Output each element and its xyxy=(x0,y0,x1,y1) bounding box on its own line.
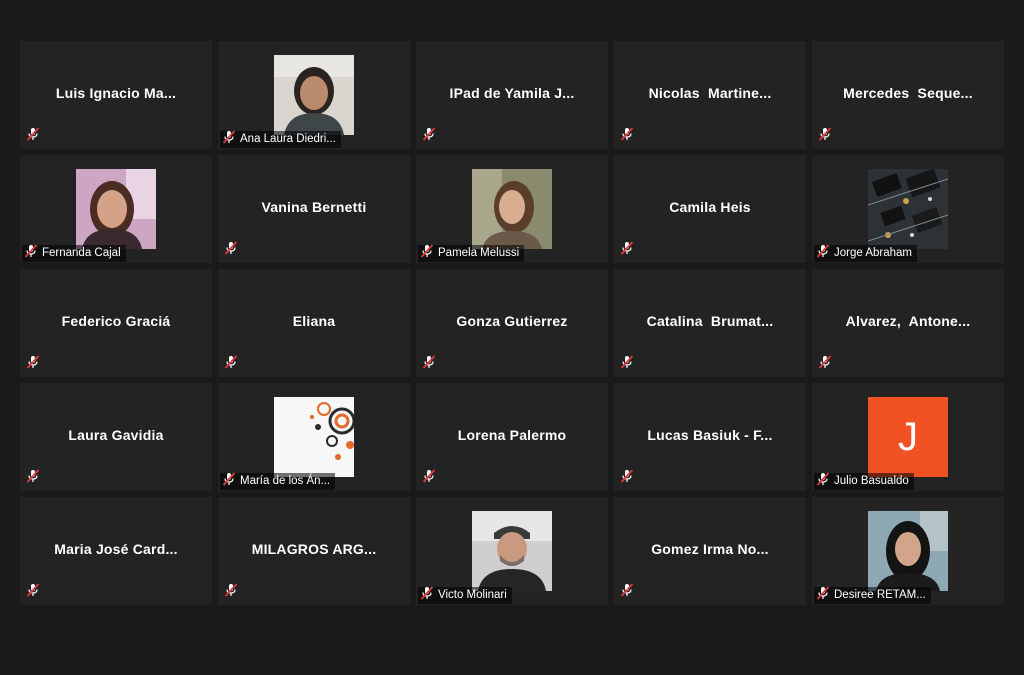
participant-grid: Luis Ignacio Ma... Ana Laura Diedri... I… xyxy=(20,41,1004,605)
participant-tile[interactable]: IPad de Yamila J... xyxy=(416,41,608,149)
participant-tile[interactable]: Pamela Melussi xyxy=(416,155,608,263)
muted-mic-icon xyxy=(220,129,240,150)
participant-name-tag: Pamela Melussi xyxy=(418,243,525,264)
participant-display-name: Lorena Palermo xyxy=(457,427,567,443)
participant-tile[interactable]: Nicolas Martine... xyxy=(614,41,806,149)
participant-display-name: Nicolas Martine... xyxy=(648,85,772,101)
muted-mic-icon xyxy=(222,583,242,602)
muted-mic-icon xyxy=(814,585,834,606)
participant-tile[interactable]: Victo Molinari xyxy=(416,497,608,605)
participant-tile[interactable]: Catalina Brumat... xyxy=(614,269,806,377)
participant-name-tag: María de los Án... xyxy=(220,471,336,492)
muted-mic-icon xyxy=(816,355,836,374)
muted-mic-icon xyxy=(420,127,440,146)
participant-name-tag: Fernanda Cajal xyxy=(22,243,126,264)
participant-display-name: Vanina Bernetti xyxy=(261,199,367,215)
participant-name-label: Desiree RETAM... xyxy=(834,589,926,601)
participant-display-name: Mercedes Seque... xyxy=(843,85,973,101)
participant-name-tag: Julio Basualdo xyxy=(814,471,914,492)
muted-mic-icon xyxy=(814,471,834,492)
participant-display-name: Lucas Basiuk - F... xyxy=(647,427,773,443)
participant-name-label: Julio Basualdo xyxy=(834,475,909,487)
participant-display-name: Catalina Brumat... xyxy=(646,313,774,329)
participant-name-tag: Victo Molinari xyxy=(418,585,512,606)
participant-tile[interactable]: Ana Laura Diedri... xyxy=(218,41,410,149)
muted-mic-icon xyxy=(24,355,44,374)
participant-tile[interactable]: Lorena Palermo xyxy=(416,383,608,491)
participant-display-name: Luis Ignacio Ma... xyxy=(55,85,177,101)
participant-tile[interactable]: J Julio Basualdo xyxy=(812,383,1004,491)
participant-name-tag: Jorge Abraham xyxy=(814,243,917,264)
participant-name-tag: Desiree RETAM... xyxy=(814,585,931,606)
participant-tile[interactable]: Laura Gavidia xyxy=(20,383,212,491)
participant-tile[interactable]: Vanina Bernetti xyxy=(218,155,410,263)
muted-mic-icon xyxy=(418,243,438,264)
participant-display-name: MILAGROS ARG... xyxy=(251,541,377,557)
participant-tile[interactable]: Jorge Abraham xyxy=(812,155,1004,263)
participant-tile[interactable]: MILAGROS ARG... xyxy=(218,497,410,605)
participant-photo xyxy=(274,55,354,135)
participant-tile[interactable]: Eliana xyxy=(218,269,410,377)
participant-tile[interactable]: Gomez Irma No... xyxy=(614,497,806,605)
participant-photo xyxy=(472,511,552,591)
participant-tile[interactable]: Camila Heis xyxy=(614,155,806,263)
participant-photo xyxy=(76,169,156,249)
participant-display-name: Alvarez, Antone... xyxy=(845,313,971,329)
participant-name-label: Jorge Abraham xyxy=(834,247,912,259)
muted-mic-icon xyxy=(24,127,44,146)
muted-mic-icon xyxy=(420,469,440,488)
participant-tile[interactable]: Maria José Card... xyxy=(20,497,212,605)
participant-display-name: IPad de Yamila J... xyxy=(449,85,575,101)
muted-mic-icon xyxy=(22,243,42,264)
muted-mic-icon xyxy=(618,583,638,602)
muted-mic-icon xyxy=(420,355,440,374)
participant-tile[interactable]: Federico Graciá xyxy=(20,269,212,377)
participant-display-name: Laura Gavidia xyxy=(68,427,164,443)
participant-display-name: Gonza Gutierrez xyxy=(456,313,568,329)
muted-mic-icon xyxy=(618,127,638,146)
participant-display-name: Federico Graciá xyxy=(61,313,171,329)
muted-mic-icon xyxy=(222,241,242,260)
muted-mic-icon xyxy=(618,469,638,488)
participant-tile[interactable]: Lucas Basiuk - F... xyxy=(614,383,806,491)
participant-tile[interactable]: Alvarez, Antone... xyxy=(812,269,1004,377)
participant-display-name: Maria José Card... xyxy=(54,541,178,557)
participant-tile[interactable]: Luis Ignacio Ma... xyxy=(20,41,212,149)
participant-name-label: María de los Án... xyxy=(240,475,331,487)
participant-tile[interactable]: Desiree RETAM... xyxy=(812,497,1004,605)
participant-name-label: Fernanda Cajal xyxy=(42,247,121,259)
abstract-circles-avatar xyxy=(274,397,354,477)
participant-tile[interactable]: Gonza Gutierrez xyxy=(416,269,608,377)
circuit-board-avatar xyxy=(868,169,948,249)
muted-mic-icon xyxy=(220,471,240,492)
participant-display-name: Gomez Irma No... xyxy=(651,541,769,557)
participant-tile[interactable]: Fernanda Cajal xyxy=(20,155,212,263)
muted-mic-icon xyxy=(24,469,44,488)
participant-tile[interactable]: Mercedes Seque... xyxy=(812,41,1004,149)
muted-mic-icon xyxy=(222,355,242,374)
participant-display-name: Camila Heis xyxy=(669,199,751,215)
participant-name-label: Victo Molinari xyxy=(438,589,507,601)
muted-mic-icon xyxy=(24,583,44,602)
participant-name-tag: Ana Laura Diedri... xyxy=(220,129,341,150)
participant-tile[interactable]: María de los Án... xyxy=(218,383,410,491)
initial-avatar: J xyxy=(868,397,948,477)
participant-name-label: Ana Laura Diedri... xyxy=(240,133,336,145)
participant-display-name: Eliana xyxy=(292,313,336,329)
participant-photo xyxy=(472,169,552,249)
muted-mic-icon xyxy=(814,243,834,264)
participant-name-label: Pamela Melussi xyxy=(438,247,520,259)
muted-mic-icon xyxy=(618,355,638,374)
muted-mic-icon xyxy=(418,585,438,606)
muted-mic-icon xyxy=(618,241,638,260)
participant-photo xyxy=(868,511,948,591)
muted-mic-icon xyxy=(816,127,836,146)
